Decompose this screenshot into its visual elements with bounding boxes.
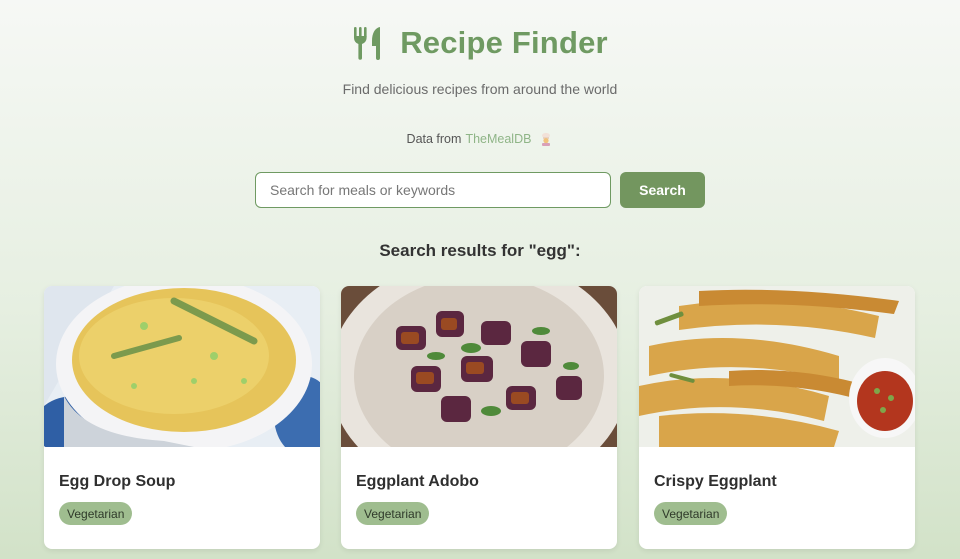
page-title: Recipe Finder xyxy=(400,25,608,60)
data-credit: Data from TheMealDB xyxy=(0,132,960,146)
credit-prefix: Data from xyxy=(406,132,462,146)
results-heading: Search results for "egg": xyxy=(379,241,581,260)
category-tag: Vegetarian xyxy=(59,502,133,525)
category-tag: Vegetarian xyxy=(654,502,728,525)
crispy-eggplant-photo xyxy=(639,286,915,447)
category-tag: Vegetarian xyxy=(356,502,430,525)
page-subtitle: Find delicious recipes from around the w… xyxy=(342,81,618,97)
recipe-card[interactable]: Eggplant Adobo Vegetarian xyxy=(341,286,617,549)
recipe-title: Egg Drop Soup xyxy=(59,473,176,490)
recipe-card[interactable]: Crispy Eggplant Vegetarian xyxy=(639,286,915,549)
recipe-title: Eggplant Adobo xyxy=(356,473,479,490)
search-button[interactable]: Search xyxy=(620,172,705,208)
themealdb-link[interactable]: TheMealDB xyxy=(465,132,531,146)
recipe-title: Crispy Eggplant xyxy=(654,473,777,490)
app-header: Recipe Finder xyxy=(0,24,960,62)
chef-emoji-icon xyxy=(542,132,551,146)
eggplant-adobo-photo xyxy=(341,286,617,447)
search-bar: Search xyxy=(255,172,705,208)
search-input[interactable] xyxy=(255,172,611,208)
recipe-card[interactable]: Egg Drop Soup Vegetarian xyxy=(44,286,320,549)
egg-drop-soup-photo xyxy=(44,286,320,447)
fork-knife-icon xyxy=(354,27,381,60)
